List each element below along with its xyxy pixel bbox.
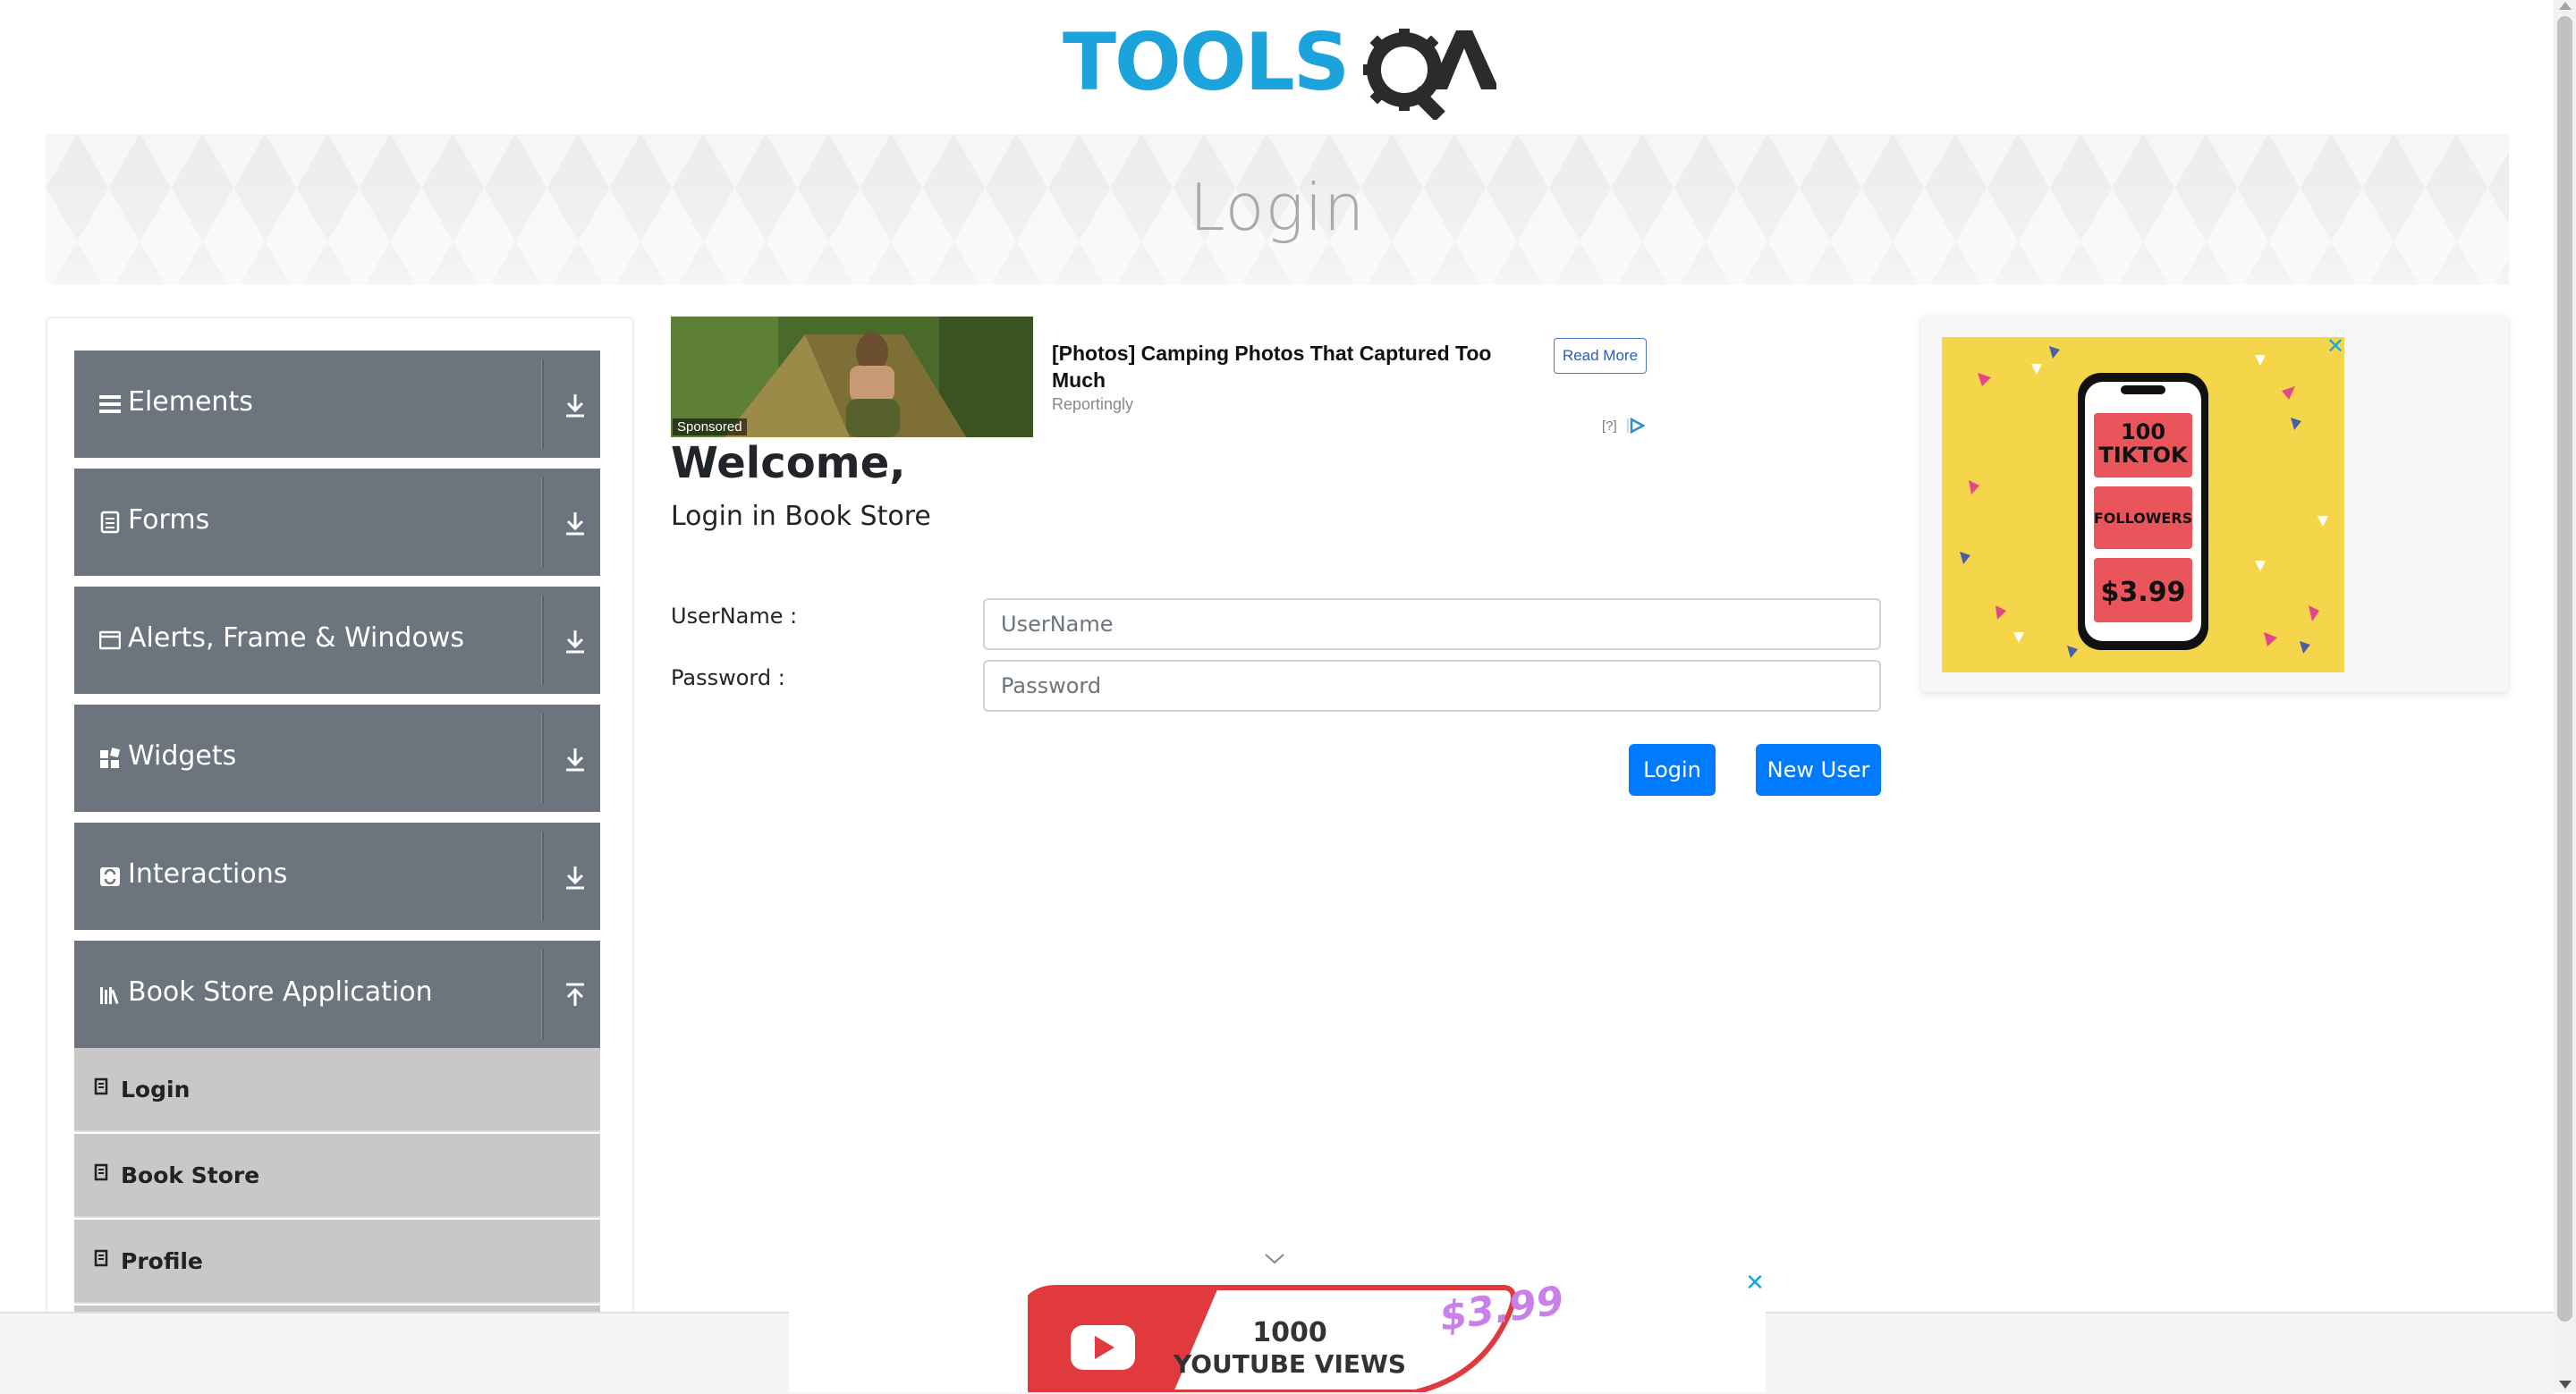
toolsqa-logo[interactable]: TOOLS	[1063, 16, 1499, 122]
login-button[interactable]: Login	[1629, 744, 1716, 796]
bottom-ad-close-icon[interactable]: ✕	[1744, 1271, 1766, 1294]
sidebar-item-login[interactable]: Login	[74, 1048, 600, 1132]
download-arrow-icon	[566, 630, 584, 654]
download-arrow-icon	[566, 394, 584, 418]
group-divider	[541, 596, 544, 685]
book-icon	[94, 1163, 108, 1181]
widgets-icon	[100, 748, 121, 768]
sidebar-group-forms[interactable]: Forms	[74, 469, 600, 576]
right-ad-close-icon[interactable]: ✕	[2326, 336, 2345, 358]
ad-thumbnail-image[interactable]: Sponsored	[671, 317, 1033, 437]
sidebar-group-interactions[interactable]: Interactions	[74, 823, 600, 930]
document-icon	[100, 511, 120, 534]
tiktok-ad-graphic: 100 TIKTOK FOLLOWERS $3.99	[1942, 337, 2344, 672]
scrollbar-thumb[interactable]	[2557, 16, 2572, 1322]
sidebar-item-label: Book Store	[121, 1162, 260, 1188]
group-divider	[541, 714, 544, 803]
sidebar-group-book-store[interactable]: Book Store Application	[74, 941, 600, 1048]
ad-headline[interactable]: [Photos] Camping Photos That Captured To…	[1052, 340, 1517, 393]
username-input[interactable]	[983, 598, 1881, 650]
sidebar-item-book-store[interactable]: Book Store	[74, 1134, 600, 1218]
adchoices-icon[interactable]	[1626, 417, 1646, 435]
sidebar-group-label: Widgets	[128, 740, 237, 772]
download-arrow-icon	[566, 512, 584, 536]
scroll-up-arrow-icon[interactable]	[2559, 2, 2572, 10]
book-icon	[94, 1077, 108, 1095]
book-icon	[94, 1249, 108, 1267]
sidebar-group-label: Alerts, Frame & Windows	[128, 622, 464, 654]
tiktok-ad-line2: TIKTOK	[2098, 443, 2189, 468]
sidebar-group-elements[interactable]: Elements	[74, 351, 600, 458]
sidebar-nav: Elements Forms Alerts, Frame & Windows W…	[46, 317, 634, 1394]
logo-text-tools: TOOLS	[1063, 20, 1348, 108]
sidebar-group-label: Forms	[128, 504, 210, 536]
chevron-down-icon[interactable]	[1263, 1250, 1286, 1266]
sidebar-group-widgets[interactable]: Widgets	[74, 705, 600, 812]
welcome-heading: Welcome,	[671, 438, 906, 488]
sidebar-item-profile[interactable]: Profile	[74, 1220, 600, 1304]
sidebar-group-label: Interactions	[128, 858, 288, 890]
page-scrollbar[interactable]	[2554, 0, 2576, 1392]
ad-source: Reportingly	[1052, 395, 1134, 413]
sidebar-group-label: Book Store Application	[128, 976, 433, 1008]
login-subheading: Login in Book Store	[671, 501, 931, 532]
sidebar-group-alerts[interactable]: Alerts, Frame & Windows	[74, 587, 600, 694]
toolsqa-logo-graphic: TOOLS	[1063, 16, 1499, 122]
group-divider	[541, 359, 544, 449]
new-user-button[interactable]: New User	[1756, 744, 1881, 796]
youtube-ad-graphic: 1000 YOUTUBE VIEWS $3.99	[789, 1270, 1766, 1392]
page-banner: Login	[46, 134, 2509, 284]
tiktok-ad[interactable]: 100 TIKTOK FOLLOWERS $3.99	[1942, 337, 2344, 672]
youtube-views-ad[interactable]: 1000 YOUTUBE VIEWS $3.99	[789, 1270, 1766, 1392]
group-divider	[541, 477, 544, 567]
upload-arrow-icon	[566, 983, 584, 1006]
hamburger-icon	[99, 395, 121, 413]
gear-search-icon	[1363, 29, 1445, 122]
sidebar-group-label: Elements	[128, 386, 253, 418]
ad-choices-link[interactable]: [?]	[1602, 418, 1617, 434]
username-label: UserName :	[671, 604, 798, 629]
tiktok-ad-line3: FOLLOWERS	[2094, 510, 2192, 527]
window-icon	[99, 630, 121, 650]
page-title: Login	[1189, 170, 1366, 245]
group-divider	[541, 832, 544, 921]
scroll-down-arrow-icon[interactable]	[2559, 1381, 2572, 1389]
youtube-ad-line2: YOUTUBE VIEWS	[1173, 1349, 1406, 1379]
download-arrow-icon	[566, 866, 584, 890]
tiktok-ad-line1: 100	[2121, 419, 2165, 444]
password-label: Password :	[671, 665, 785, 690]
sidebar-item-label: Profile	[121, 1248, 203, 1274]
sponsored-badge: Sponsored	[673, 418, 747, 435]
download-arrow-icon	[566, 748, 584, 772]
sidebar-item-label: Login	[121, 1077, 191, 1103]
interactions-icon	[100, 867, 120, 886]
password-input[interactable]	[983, 660, 1881, 712]
ad-read-more-button[interactable]: Read More	[1554, 338, 1647, 374]
books-icon	[100, 987, 119, 1004]
tiktok-ad-price: $3.99	[2101, 577, 2186, 608]
youtube-ad-line1: 1000	[1252, 1317, 1327, 1348]
group-divider	[541, 950, 544, 1039]
